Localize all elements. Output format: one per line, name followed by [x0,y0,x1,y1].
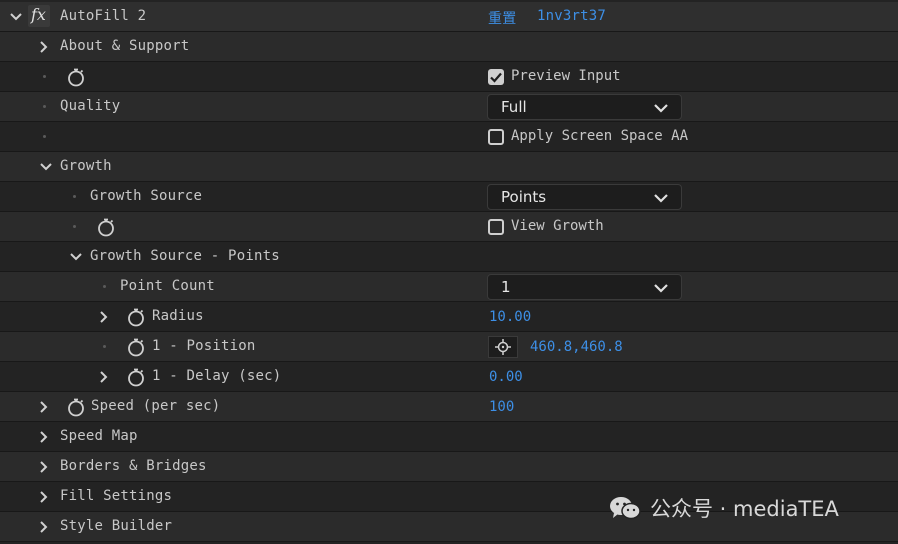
quality-dropdown[interactable]: Full [487,94,682,120]
point-picker-button[interactable] [488,336,518,358]
watermark: 公众号 · mediaTEA [608,494,839,522]
stopwatch-icon[interactable] [66,67,86,87]
effect-controls-panel: fx AutoFill 2 重置 1nv3rt37 About & Suppor… [0,0,898,544]
about-support-label: About & Support [60,38,190,54]
dot-marker [103,345,106,348]
view-growth-row: View Growth [0,212,898,242]
growth-source-dropdown[interactable]: Points [487,184,682,210]
effect-name: AutoFill 2 [60,8,147,24]
position-value[interactable]: 460.8,460.8 [530,339,623,355]
fx-badge-text: fx [31,5,46,24]
delay-value[interactable]: 0.00 [489,369,523,385]
radius-value[interactable]: 10.00 [489,309,531,325]
position-row: 1 - Position 460.8,460.8 [0,332,898,362]
chevron-down-icon[interactable] [69,250,83,264]
growth-source-value: Points [501,188,547,206]
dot-marker [73,225,76,228]
growth-source-label: Growth Source [90,188,203,204]
delay-row: 1 - Delay (sec) 0.00 [0,362,898,392]
wechat-icon [610,497,641,520]
chevron-right-icon[interactable] [37,490,51,504]
apply-aa-label: Apply Screen Space AA [511,128,689,144]
stopwatch-icon[interactable] [126,337,146,357]
speed-value[interactable]: 100 [489,399,514,415]
quality-row: Quality Full [0,92,898,122]
crosshair-icon [495,339,511,355]
stopwatch-icon[interactable] [126,367,146,387]
stopwatch-icon[interactable] [126,307,146,327]
delay-label: 1 - Delay (sec) [152,368,282,384]
point-count-label: Point Count [120,278,215,294]
reset-link[interactable]: 重置 [488,8,516,28]
chevron-right-icon[interactable] [37,430,51,444]
preview-input-label: Preview Input [511,68,621,84]
dot-marker [103,285,106,288]
plugin-link[interactable]: 1nv3rt37 [537,8,606,24]
point-count-dropdown[interactable]: 1 [487,274,682,300]
borders-row: Borders & Bridges [0,452,898,482]
view-growth-label: View Growth [511,218,604,234]
chevron-down-icon [654,194,668,203]
chevron-right-icon[interactable] [37,400,51,414]
growth-label: Growth [60,158,112,174]
radius-row: Radius 10.00 [0,302,898,332]
speed-row: Speed (per sec) 100 [0,392,898,422]
borders-label: Borders & Bridges [60,458,207,474]
growth-source-row: Growth Source Points [0,182,898,212]
quality-value: Full [501,98,527,116]
chevron-right-icon[interactable] [97,310,111,324]
apply-aa-row: Apply Screen Space AA [0,122,898,152]
chevron-right-icon[interactable] [37,460,51,474]
watermark-text: 公众号 · mediaTEA [650,497,839,521]
preview-input-checkbox[interactable] [488,69,504,85]
speed-label: Speed (per sec) [91,398,221,414]
chevron-down-icon [654,104,668,113]
chevron-down-icon [654,284,668,293]
fx-icon[interactable]: fx [28,5,50,27]
point-count-value: 1 [501,278,511,296]
dot-marker [43,75,46,78]
chevron-down-icon[interactable] [39,160,53,174]
apply-aa-checkbox[interactable] [488,129,504,145]
stopwatch-icon[interactable] [96,217,116,237]
chevron-right-icon[interactable] [37,40,51,54]
position-label: 1 - Position [152,338,256,354]
growth-group-row: Growth [0,152,898,182]
dot-marker [43,135,46,138]
checkmark-icon [490,72,502,83]
growth-points-group-row: Growth Source - Points [0,242,898,272]
dot-marker [73,195,76,198]
stopwatch-icon[interactable] [66,397,86,417]
view-growth-checkbox[interactable] [488,219,504,235]
speed-map-row: Speed Map [0,422,898,452]
speed-map-label: Speed Map [60,428,138,444]
effect-header-row: fx AutoFill 2 重置 1nv3rt37 [0,2,898,32]
radius-label: Radius [152,308,204,324]
style-builder-label: Style Builder [60,518,173,534]
point-count-row: Point Count 1 [0,272,898,302]
chevron-down-icon[interactable] [9,10,23,24]
chevron-right-icon[interactable] [97,370,111,384]
growth-points-label: Growth Source - Points [90,248,280,264]
dot-marker [43,105,46,108]
quality-label: Quality [60,98,121,114]
fill-settings-label: Fill Settings [60,488,173,504]
about-support-row: About & Support [0,32,898,62]
preview-input-row: Preview Input [0,62,898,92]
chevron-right-icon[interactable] [37,520,51,534]
